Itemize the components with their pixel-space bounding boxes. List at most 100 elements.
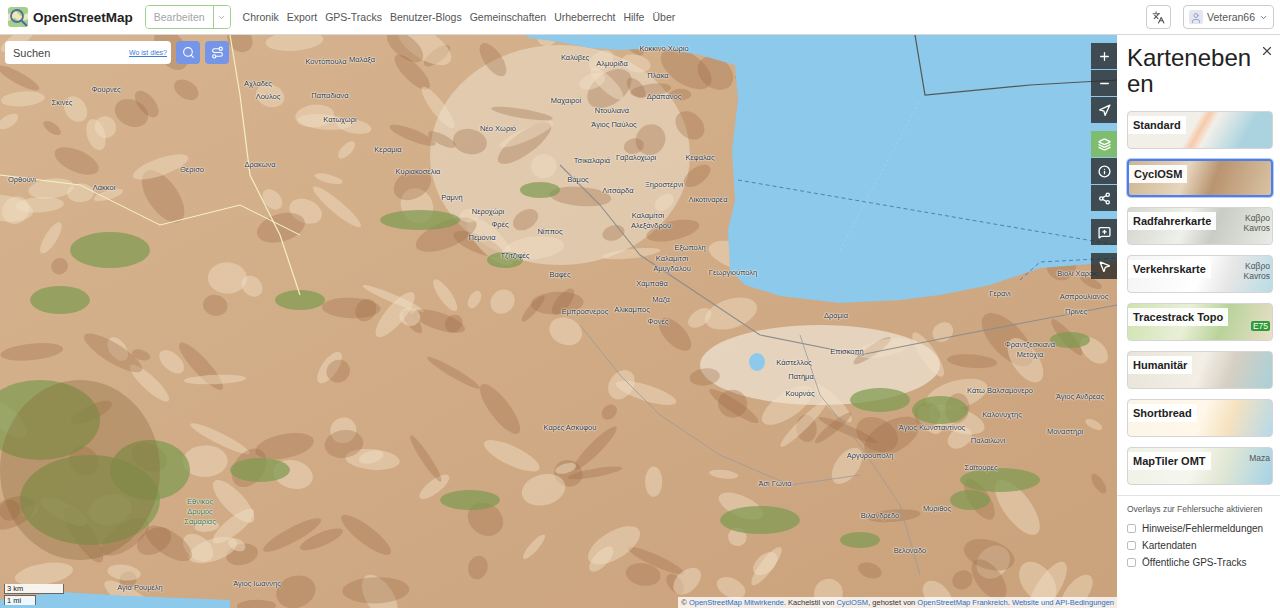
place-label: Ντουλιανά	[595, 107, 629, 115]
nav-link[interactable]: Chronik	[243, 11, 279, 23]
place-label: Λούλος	[256, 93, 281, 101]
nav-link[interactable]: Benutzer-Blogs	[390, 11, 462, 23]
place-label: Κεφαλάς	[685, 154, 714, 162]
place-label: Νέο Χωριό	[480, 125, 516, 133]
place-label: Αχλάδες	[244, 80, 272, 88]
page: OpenStreetMap Bearbeiten Chronik Export GPS-…	[0, 0, 1280, 608]
attribution-link[interactable]: OpenStreetMap Frankreich	[917, 598, 1007, 607]
place-label: Λικοτιναρέα	[688, 196, 727, 204]
thumbnail-label: Maza	[1249, 453, 1270, 463]
map-canvas[interactable]	[0, 35, 1117, 608]
query-icon	[1098, 260, 1111, 273]
place-label: Αλίκαμπος	[614, 306, 650, 314]
layer-card[interactable]: VerkehrskarteΚαβροKavros	[1127, 255, 1273, 293]
nav-link[interactable]: GPS-Tracks	[325, 11, 382, 23]
attribution-link[interactable]: Website und API-Bedingungen	[1012, 598, 1114, 607]
place-label: Καλονύχτης	[982, 411, 1022, 419]
user-menu[interactable]: Veteran66	[1183, 5, 1274, 29]
info-button[interactable]	[1091, 158, 1117, 184]
note-icon	[1098, 226, 1111, 239]
layer-card[interactable]: Humanitär	[1127, 351, 1273, 389]
place-label: Κατωχώρι	[323, 116, 356, 124]
place-label: Επισκοπή	[830, 348, 864, 356]
scale-imperial: 1 mi	[4, 595, 36, 605]
attribution: © OpenStreetMap Mitwirkende. Kachelstil …	[678, 597, 1117, 608]
place-label: Τζιτζιφές	[501, 252, 530, 260]
place-label: Άγιος Ιωάννης	[233, 580, 281, 588]
place-label: Λάκκοι	[93, 184, 116, 192]
nav-link[interactable]: Gemeinschaften	[470, 11, 546, 23]
layer-label: Shortbread	[1128, 404, 1197, 422]
place-label: Δράμια	[824, 312, 848, 320]
layers-icon	[1098, 138, 1111, 151]
place-label: Άγιος Κωνσταντίνος	[899, 424, 965, 432]
edit-button[interactable]: Bearbeiten	[146, 6, 213, 28]
where-is-this-link[interactable]: Wo ist dies?	[129, 49, 167, 56]
attribution-link[interactable]: OpenStreetMap Mitwirkende	[689, 598, 784, 607]
nav-link[interactable]: Hilfe	[623, 11, 644, 23]
route-icon	[211, 46, 224, 59]
overlay-option[interactable]: Öffentliche GPS-Tracks	[1127, 554, 1274, 571]
directions-button[interactable]	[205, 41, 229, 64]
share-button[interactable]	[1091, 185, 1117, 211]
checkbox[interactable]	[1127, 541, 1136, 550]
logo[interactable]: OpenStreetMap	[7, 6, 133, 28]
place-label: Παπαδιανά	[311, 92, 348, 100]
place-label: Λιτσάρδα	[602, 187, 633, 195]
attribution-link[interactable]: CyclOSM	[836, 598, 868, 607]
search-input[interactable]	[11, 46, 125, 60]
main: ΚαλύβεςΑλμυρίδαΚόκκινο ΧωριόΠλάκαΔράπανο…	[0, 35, 1280, 608]
nav-link[interactable]: Export	[287, 11, 317, 23]
search-bar: Wo ist dies?	[5, 41, 229, 64]
search-icon	[182, 46, 195, 59]
edit-dropdown-button[interactable]	[213, 6, 230, 28]
thumbnail-label: E75	[1251, 321, 1270, 331]
language-button[interactable]	[1146, 5, 1171, 29]
search-button[interactable]	[176, 41, 200, 64]
zoom-in-button[interactable]	[1091, 43, 1117, 69]
place-label: Βαφές	[549, 271, 570, 279]
search-field: Wo ist dies?	[5, 41, 171, 64]
place-label: Άγιος Παύλος	[591, 121, 636, 129]
place-label: Γαβαλοχώρι	[616, 154, 656, 162]
place-label: Κάτω Βαλσαμόνερο	[967, 387, 1033, 395]
checkbox[interactable]	[1127, 524, 1136, 533]
checkbox[interactable]	[1127, 558, 1136, 567]
zoom-out-button[interactable]	[1091, 70, 1117, 96]
layer-card[interactable]: MapTiler OMT Maza	[1127, 447, 1273, 485]
note-button[interactable]	[1091, 219, 1117, 245]
attribution-text: ©	[681, 598, 689, 607]
layer-card[interactable]: RadfahrerkarteΚαβροKavros	[1127, 207, 1273, 245]
query-button[interactable]	[1091, 253, 1117, 279]
place-label: Μύριθος	[923, 505, 951, 513]
place-label: Αλεξάνδρου	[631, 222, 671, 230]
overlay-option[interactable]: Kartendaten	[1127, 537, 1274, 554]
main-nav: Chronik Export GPS-Tracks Benutzer-Blogs Gem…	[243, 11, 1135, 23]
scale-bar: 3 km1 mi	[4, 584, 64, 605]
place-label: Γεράνι	[989, 290, 1011, 298]
place-label: Μάζα	[652, 296, 670, 304]
place-label: Κάστελλος	[776, 359, 811, 367]
attribution-text: .	[1008, 598, 1012, 607]
place-label: Αμυγδάλου	[653, 265, 691, 273]
layer-card[interactable]: Tracestrack TopoE75	[1127, 303, 1273, 341]
place-label: Θέρισο	[180, 166, 204, 174]
layers-button[interactable]	[1091, 131, 1117, 157]
layer-card[interactable]: Standard	[1127, 111, 1273, 149]
place-label: Αργυρούπολη	[847, 452, 894, 460]
place-label: Καλαμίτσι	[656, 255, 688, 263]
place-label: Ξηροστέρνι	[645, 181, 683, 189]
layer-card[interactable]: CyclOSM	[1127, 159, 1273, 197]
overlay-option[interactable]: Hinweise/Fehlermeldungen	[1127, 520, 1274, 537]
nav-link[interactable]: Urheberrecht	[554, 11, 615, 23]
nav-link[interactable]: Über	[652, 11, 675, 23]
panel-title: Kartenebenen	[1127, 45, 1258, 97]
place-label: Μαχαιροί	[551, 97, 581, 105]
close-button[interactable]	[1260, 44, 1274, 58]
map[interactable]: ΚαλύβεςΑλμυρίδαΚόκκινο ΧωριόΠλάκαΔράπανο…	[0, 35, 1117, 608]
layer-label: MapTiler OMT	[1128, 452, 1211, 470]
header: OpenStreetMap Bearbeiten Chronik Export GPS-…	[0, 0, 1280, 35]
locate-button[interactable]	[1091, 97, 1117, 123]
place-label: Φραντζεσκιανά	[1005, 341, 1055, 349]
layer-card[interactable]: Shortbread	[1127, 399, 1273, 437]
